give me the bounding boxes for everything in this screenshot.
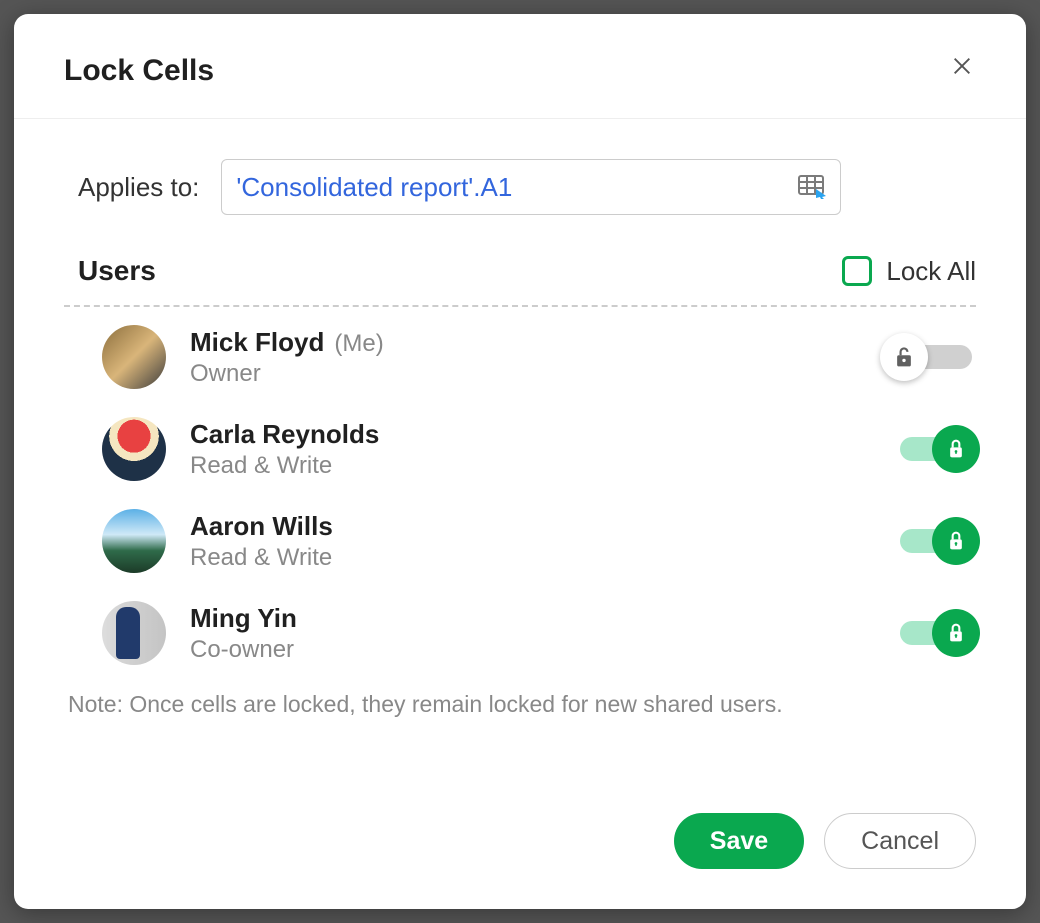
user-role: Owner: [190, 360, 860, 388]
applies-to-label: Applies to:: [78, 172, 199, 203]
lock-all-label: Lock All: [886, 256, 976, 287]
dialog-header: Lock Cells: [64, 54, 976, 88]
user-info: Carla Reynolds Read & Write: [190, 419, 860, 480]
lock-all-control[interactable]: Lock All: [842, 256, 976, 287]
footer-note: Note: Once cells are locked, they remain…: [68, 691, 976, 718]
lock-all-checkbox[interactable]: [842, 256, 872, 286]
close-button[interactable]: [946, 50, 978, 82]
unlock-icon: [893, 345, 915, 369]
user-name: Ming Yin: [190, 603, 297, 634]
user-list: Mick Floyd (Me) Owner: [102, 325, 976, 665]
range-field[interactable]: [221, 159, 841, 215]
user-role: Read & Write: [190, 544, 860, 572]
lock-icon: [946, 621, 966, 645]
avatar: [102, 601, 166, 665]
user-me-suffix: (Me): [334, 330, 383, 358]
lock-toggle[interactable]: [884, 335, 976, 379]
user-row: Ming Yin Co-owner: [102, 601, 976, 665]
user-role: Read & Write: [190, 452, 860, 480]
avatar: [102, 417, 166, 481]
lock-icon: [946, 529, 966, 553]
lock-toggle[interactable]: [884, 427, 976, 471]
save-button[interactable]: Save: [674, 813, 804, 869]
user-row: Carla Reynolds Read & Write: [102, 417, 976, 481]
dialog-title: Lock Cells: [64, 54, 976, 88]
user-name: Mick Floyd: [190, 327, 324, 358]
users-divider: [64, 305, 976, 307]
range-picker-icon[interactable]: [798, 175, 826, 199]
applies-to-row: Applies to:: [78, 159, 976, 215]
users-heading: Users: [78, 255, 156, 287]
users-header-row: Users Lock All: [78, 255, 976, 287]
user-info: Mick Floyd (Me) Owner: [190, 327, 860, 388]
avatar: [102, 509, 166, 573]
user-name: Aaron Wills: [190, 511, 333, 542]
user-role: Co-owner: [190, 636, 860, 664]
lock-toggle[interactable]: [884, 611, 976, 655]
lock-icon: [946, 437, 966, 461]
cancel-button[interactable]: Cancel: [824, 813, 976, 869]
range-input[interactable]: [236, 172, 798, 203]
user-name: Carla Reynolds: [190, 419, 379, 450]
user-row: Aaron Wills Read & Write: [102, 509, 976, 573]
avatar: [102, 325, 166, 389]
user-info: Ming Yin Co-owner: [190, 603, 860, 664]
lock-toggle[interactable]: [884, 519, 976, 563]
user-info: Aaron Wills Read & Write: [190, 511, 860, 572]
header-divider: [14, 118, 1026, 119]
close-icon: [951, 55, 973, 77]
dialog-footer: Save Cancel: [64, 783, 976, 869]
user-row: Mick Floyd (Me) Owner: [102, 325, 976, 389]
lock-cells-dialog: Lock Cells Applies to: Users: [14, 14, 1026, 909]
